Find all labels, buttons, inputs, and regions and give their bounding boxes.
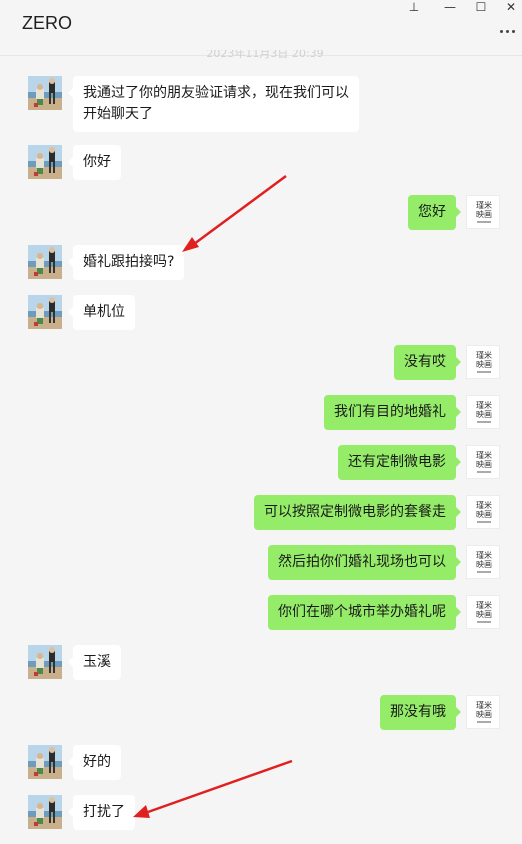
avatar-logo-line2: 映画 <box>476 510 492 519</box>
chat-title: ZERO <box>22 13 73 33</box>
user-avatar[interactable]: 瑾米 映画 <box>466 545 500 579</box>
maximize-icon[interactable]: ☐ <box>471 0 491 14</box>
message-bubble-sent[interactable]: 没有哎 <box>394 345 461 380</box>
user-avatar[interactable]: 瑾米 映画 <box>466 395 500 429</box>
chat-history[interactable]: 我通过了你的朋友验证请求，现在我们可以开始聊天了 你好 您好 瑾米 映画 婚礼跟拍… <box>0 56 522 844</box>
avatar-logo-line1: 瑾米 <box>476 551 492 560</box>
message-bubble-received[interactable]: 玉溪 <box>68 645 121 680</box>
contact-avatar[interactable] <box>28 145 62 179</box>
user-avatar[interactable]: 瑾米 映画 <box>466 695 500 729</box>
avatar-logo-line2: 映画 <box>476 360 492 369</box>
message-bubble-sent[interactable]: 我们有目的地婚礼 <box>324 395 461 430</box>
avatar-logo-line1: 瑾米 <box>476 201 492 210</box>
message-bubble-sent[interactable]: 那没有哦 <box>380 695 461 730</box>
avatar-logo-line1: 瑾米 <box>476 451 492 460</box>
contact-avatar[interactable] <box>28 745 62 779</box>
contact-avatar[interactable] <box>28 645 62 679</box>
message-bubble-sent[interactable]: 您好 <box>408 195 461 230</box>
message-bubble-received[interactable]: 单机位 <box>68 295 135 330</box>
avatar-logo-line1: 瑾米 <box>476 501 492 510</box>
message-bubble-received[interactable]: 婚礼跟拍接吗? <box>67 245 185 280</box>
user-avatar[interactable]: 瑾米 映画 <box>466 595 500 629</box>
avatar-logo-line2: 映画 <box>476 560 492 569</box>
message-bubble-sent[interactable]: 你们在哪个城市举办婚礼呢 <box>268 595 461 630</box>
pin-icon[interactable]: ⊥ <box>404 0 424 14</box>
user-avatar[interactable]: 瑾米 映画 <box>466 445 500 479</box>
avatar-logo-line1: 瑾米 <box>476 351 492 360</box>
message-bubble-sent[interactable]: 然后拍你们婚礼现场也可以 <box>268 545 461 580</box>
minimize-icon[interactable]: — <box>440 0 460 14</box>
avatar-logo-line2: 映画 <box>476 210 492 219</box>
close-icon[interactable]: ✕ <box>501 0 521 14</box>
message-bubble-sent[interactable]: 可以按照定制微电影的套餐走 <box>254 495 461 530</box>
contact-avatar[interactable] <box>28 795 62 829</box>
avatar-logo-line1: 瑾米 <box>476 401 492 410</box>
more-options-icon[interactable] <box>496 24 518 40</box>
title-bar: ZERO ⊥ — ☐ ✕ <box>0 0 522 48</box>
user-avatar[interactable]: 瑾米 映画 <box>466 495 500 529</box>
contact-avatar[interactable] <box>28 295 62 329</box>
user-avatar[interactable]: 瑾米 映画 <box>466 345 500 379</box>
user-avatar[interactable]: 瑾米 映画 <box>466 195 500 229</box>
contact-avatar[interactable] <box>28 245 62 279</box>
avatar-logo-line1: 瑾米 <box>476 701 492 710</box>
avatar-logo-line2: 映画 <box>476 610 492 619</box>
avatar-logo-line2: 映画 <box>476 460 492 469</box>
avatar-logo-line2: 映画 <box>476 710 492 719</box>
contact-avatar[interactable] <box>28 76 62 110</box>
avatar-logo-line2: 映画 <box>476 410 492 419</box>
avatar-logo-line1: 瑾米 <box>476 601 492 610</box>
message-bubble-received[interactable]: 好的 <box>68 745 121 780</box>
message-bubble-received[interactable]: 我通过了你的朋友验证请求，现在我们可以开始聊天了 <box>68 76 359 132</box>
message-bubble-received[interactable]: 打扰了 <box>68 795 135 830</box>
message-bubble-sent[interactable]: 还有定制微电影 <box>338 445 461 480</box>
message-bubble-received[interactable]: 你好 <box>68 145 121 180</box>
